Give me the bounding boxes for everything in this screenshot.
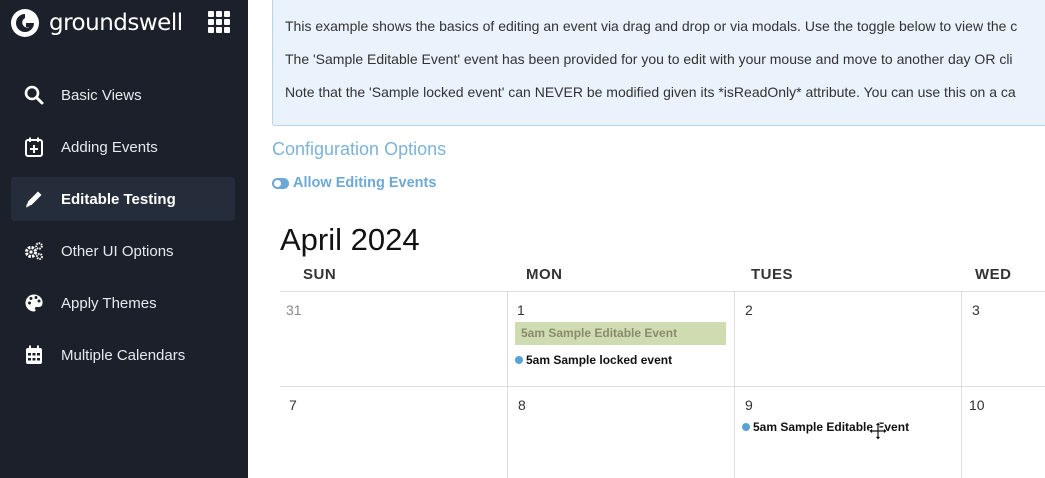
gears-icon bbox=[23, 240, 45, 262]
toggle-label: Allow Editing Events bbox=[293, 175, 437, 191]
sidebar-item-editable-testing[interactable]: Editable Testing bbox=[11, 177, 235, 221]
groundswell-logo-icon bbox=[11, 9, 39, 37]
sidebar-item-label: Apply Themes bbox=[61, 294, 157, 312]
sidebar-item-label: Multiple Calendars bbox=[61, 346, 186, 364]
day-cell-number[interactable]: 10 bbox=[969, 397, 985, 413]
config-title: Configuration Options bbox=[272, 139, 447, 159]
locked-event[interactable]: 5am Sample locked event bbox=[515, 353, 672, 367]
apps-grid-icon[interactable] bbox=[208, 11, 230, 33]
sidebar: groundswell Basic Views Adding Events Ed… bbox=[0, 0, 248, 478]
search-icon bbox=[23, 84, 45, 106]
sidebar-item-basic-views[interactable]: Basic Views bbox=[11, 73, 235, 117]
month-title: April 2024 bbox=[280, 222, 420, 257]
sidebar-item-other-ui-options[interactable]: Other UI Options bbox=[11, 229, 235, 273]
sidebar-item-label: Editable Testing bbox=[61, 190, 176, 208]
brand[interactable]: groundswell bbox=[10, 6, 183, 40]
day-header-sun: SUN bbox=[303, 266, 337, 283]
allow-editing-toggle[interactable]: Allow Editing Events bbox=[272, 175, 436, 191]
month-grid bbox=[280, 291, 1045, 478]
info-line: Note that the 'Sample locked event' can … bbox=[285, 84, 1016, 100]
event-dot-icon bbox=[742, 423, 750, 431]
day-cell-number[interactable]: 7 bbox=[289, 397, 297, 413]
brand-name: groundswell bbox=[49, 10, 183, 36]
event-dot-icon bbox=[515, 356, 523, 364]
sidebar-item-adding-events[interactable]: Adding Events bbox=[11, 125, 235, 169]
main-content: This example shows the basics of editing… bbox=[248, 0, 1045, 478]
day-cell-number[interactable]: 8 bbox=[518, 397, 526, 413]
move-cursor-icon bbox=[868, 421, 888, 441]
day-header-wed: WED bbox=[975, 266, 1012, 283]
day-header-tues: TUES bbox=[751, 266, 794, 283]
pencil-icon bbox=[23, 188, 45, 210]
day-cell-number[interactable]: 31 bbox=[286, 302, 302, 318]
sidebar-item-label: Other UI Options bbox=[61, 242, 174, 260]
toggle-on-icon[interactable] bbox=[272, 177, 289, 189]
sidebar-item-multiple-calendars[interactable]: Multiple Calendars bbox=[11, 333, 235, 377]
calendar-grid-icon bbox=[23, 344, 45, 366]
day-cell-number[interactable]: 2 bbox=[745, 302, 753, 318]
info-line: This example shows the basics of editing… bbox=[285, 18, 1018, 34]
event-label: 5am Sample locked event bbox=[526, 353, 673, 367]
day-header-mon: MON bbox=[526, 266, 563, 283]
day-cell-number[interactable]: 3 bbox=[972, 302, 980, 318]
info-alert: This example shows the basics of editing… bbox=[272, 0, 1045, 126]
sidebar-item-apply-themes[interactable]: Apply Themes bbox=[11, 281, 235, 325]
day-cell-number[interactable]: 9 bbox=[745, 397, 753, 413]
day-cell-number[interactable]: 1 bbox=[517, 302, 525, 318]
editable-event-placeholder[interactable]: 5am Sample Editable Event bbox=[515, 322, 726, 345]
sidebar-item-label: Basic Views bbox=[61, 86, 142, 104]
sidebar-item-label: Adding Events bbox=[61, 138, 158, 156]
info-line: The 'Sample Editable Event' event has be… bbox=[285, 51, 1013, 67]
palette-icon bbox=[23, 292, 45, 314]
calendar-plus-icon bbox=[23, 136, 45, 158]
